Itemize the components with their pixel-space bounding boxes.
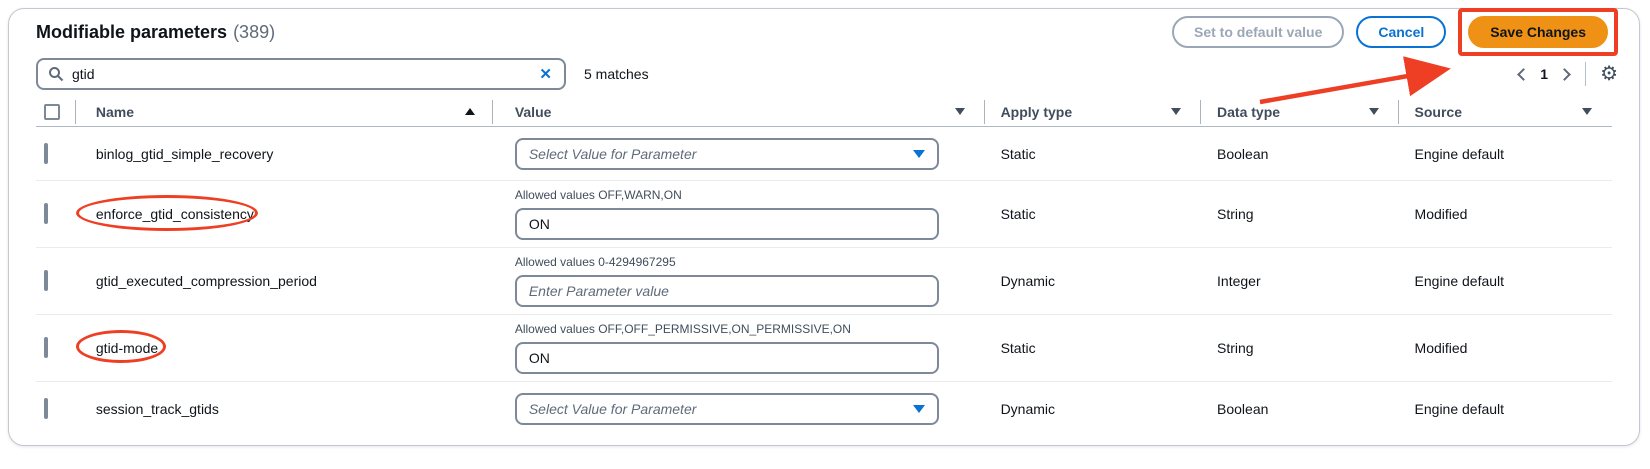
save-button-highlight-box: Save Changes — [1458, 8, 1618, 56]
source-value: Modified — [1399, 206, 1612, 222]
column-header-value[interactable]: Value — [493, 97, 985, 126]
modifiable-parameters-panel: Modifiable parameters (389) Set to defaul… — [8, 8, 1640, 446]
column-header-data-type[interactable]: Data type — [1201, 97, 1399, 126]
allowed-values-label: Allowed values 0-4294967295 — [515, 255, 985, 269]
apply-type-value: Static — [985, 206, 1201, 222]
value-input-text: ON — [529, 216, 550, 232]
match-count: 5 matches — [584, 66, 649, 82]
select-caret-icon — [913, 150, 925, 158]
parameter-name: gtid-mode — [76, 340, 493, 356]
data-type-value: String — [1201, 206, 1399, 222]
data-type-value: Integer — [1201, 273, 1399, 289]
data-type-value: String — [1201, 340, 1399, 356]
toolbar-divider — [1585, 62, 1586, 86]
row-checkbox[interactable] — [44, 270, 48, 291]
source-column-filter-icon[interactable] — [1582, 108, 1592, 115]
apply-type-column-filter-icon[interactable] — [1171, 108, 1181, 115]
row-checkbox[interactable] — [44, 337, 48, 358]
data-type-value: Boolean — [1201, 146, 1399, 162]
value-column-filter-icon[interactable] — [955, 108, 965, 115]
apply-type-value: Static — [985, 146, 1201, 162]
value-input-text: ON — [529, 350, 550, 366]
table-row: gtid-mode Allowed values OFF,OFF_PERMISS… — [36, 314, 1612, 381]
gear-icon[interactable]: ⚙ — [1600, 64, 1618, 84]
source-value: Engine default — [1399, 401, 1612, 417]
allowed-values-label: Allowed values OFF,OFF_PERMISSIVE,ON_PER… — [515, 322, 985, 336]
row-checkbox[interactable] — [44, 203, 48, 224]
set-to-default-button[interactable]: Set to default value — [1172, 16, 1344, 48]
current-page-number[interactable]: 1 — [1540, 66, 1548, 82]
search-input[interactable]: gtid ✕ — [36, 58, 566, 90]
save-changes-button[interactable]: Save Changes — [1468, 16, 1608, 48]
column-header-data-type-label: Data type — [1217, 104, 1280, 120]
row-checkbox[interactable] — [44, 398, 48, 419]
page-title-text: Modifiable parameters — [36, 22, 227, 42]
column-header-apply-type[interactable]: Apply type — [985, 97, 1201, 126]
value-select[interactable]: Select Value for Parameter — [515, 138, 939, 170]
search-input-value: gtid — [72, 66, 537, 82]
search-icon — [48, 66, 64, 82]
value-input[interactable]: ON — [515, 208, 939, 240]
sort-ascending-icon[interactable] — [465, 108, 475, 115]
column-header-source[interactable]: Source — [1399, 97, 1612, 126]
table-row: session_track_gtids Select Value for Par… — [36, 381, 1612, 436]
select-all-header-cell — [36, 97, 76, 126]
clear-search-icon[interactable]: ✕ — [537, 65, 554, 83]
select-caret-icon — [913, 405, 925, 413]
page-title: Modifiable parameters (389) — [36, 22, 275, 43]
source-value: Engine default — [1399, 146, 1612, 162]
allowed-values-label: Allowed values OFF,WARN,ON — [515, 188, 985, 202]
value-input[interactable]: Enter Parameter value — [515, 275, 939, 307]
apply-type-value: Dynamic — [985, 273, 1201, 289]
parameter-name: gtid_executed_compression_period — [76, 273, 493, 289]
source-value: Engine default — [1399, 273, 1612, 289]
column-header-name[interactable]: Name — [76, 97, 493, 126]
value-input-placeholder: Enter Parameter value — [529, 283, 669, 299]
column-header-name-label: Name — [96, 104, 134, 120]
cancel-button[interactable]: Cancel — [1356, 16, 1446, 48]
panel-header: Modifiable parameters (389) Set to defaul… — [9, 9, 1639, 55]
select-placeholder: Select Value for Parameter — [529, 401, 697, 417]
value-input[interactable]: ON — [515, 342, 939, 374]
parameter-name: enforce_gtid_consistency — [76, 206, 493, 222]
table-row: gtid_executed_compression_period Allowed… — [36, 247, 1612, 314]
column-header-apply-type-label: Apply type — [1001, 104, 1073, 120]
table-row: binlog_gtid_simple_recovery Select Value… — [36, 127, 1612, 180]
parameter-name: binlog_gtid_simple_recovery — [76, 146, 493, 162]
row-checkbox[interactable] — [44, 143, 48, 164]
select-all-checkbox[interactable] — [44, 104, 60, 120]
data-type-column-filter-icon[interactable] — [1369, 108, 1379, 115]
parameter-name: session_track_gtids — [76, 401, 493, 417]
column-header-source-label: Source — [1415, 104, 1462, 120]
value-select[interactable]: Select Value for Parameter — [515, 393, 939, 425]
filter-toolbar: gtid ✕ 5 matches 1 ⚙ — [9, 59, 1639, 89]
next-page-icon[interactable] — [1558, 68, 1571, 81]
source-value: Modified — [1399, 340, 1612, 356]
apply-type-value: Dynamic — [985, 401, 1201, 417]
parameters-table: Name Value Apply type Data type Source — [36, 97, 1612, 436]
column-header-value-label: Value — [515, 104, 552, 120]
table-header-row: Name Value Apply type Data type Source — [36, 97, 1612, 127]
select-placeholder: Select Value for Parameter — [529, 146, 697, 162]
data-type-value: Boolean — [1201, 401, 1399, 417]
parameter-count: (389) — [233, 22, 275, 42]
apply-type-value: Static — [985, 340, 1201, 356]
table-row: enforce_gtid_consistency Allowed values … — [36, 180, 1612, 247]
previous-page-icon[interactable] — [1517, 68, 1530, 81]
pagination: 1 ⚙ — [1519, 62, 1618, 86]
